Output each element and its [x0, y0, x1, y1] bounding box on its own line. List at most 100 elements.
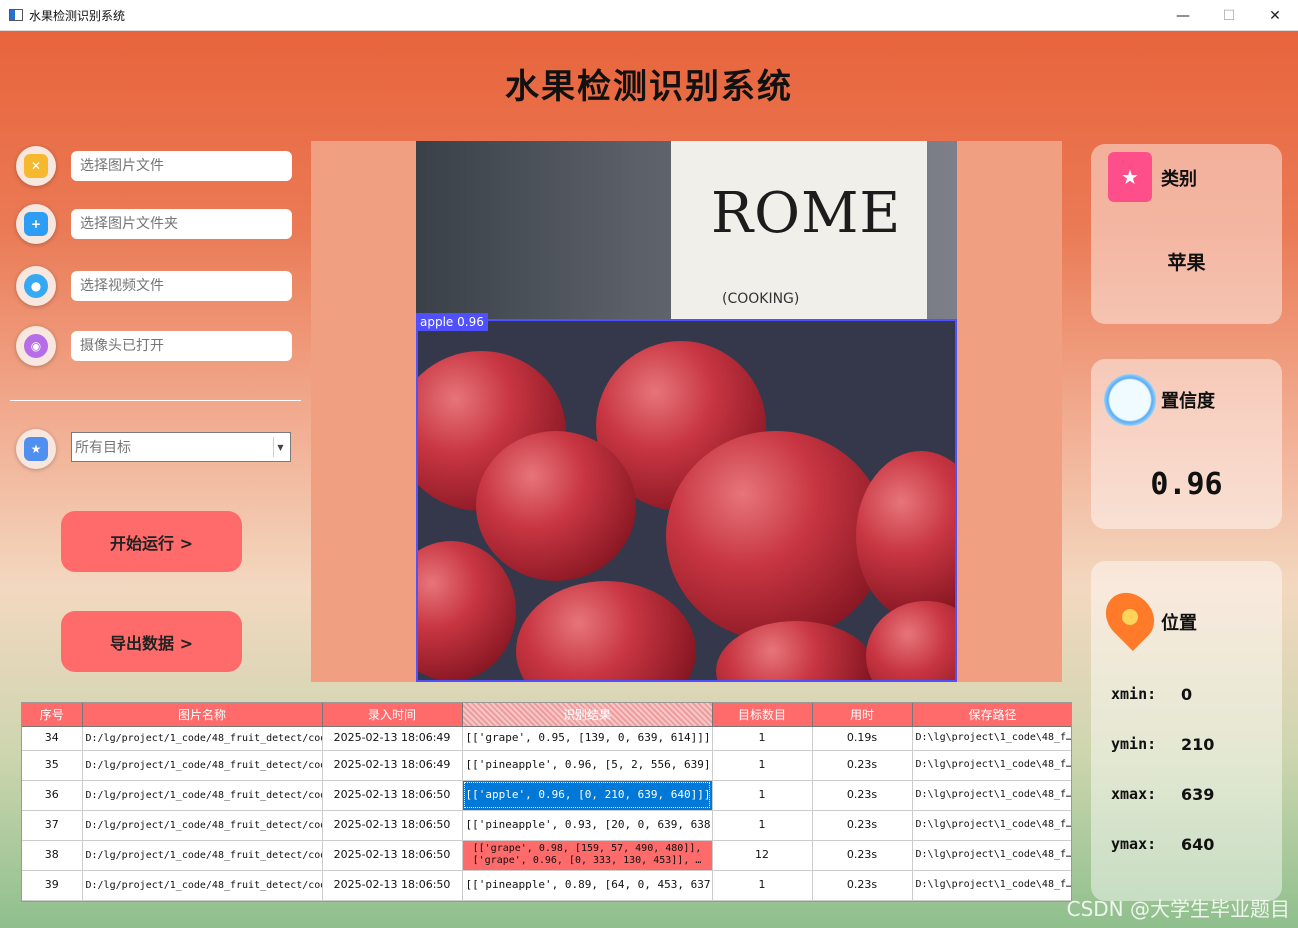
cell-index[interactable]: 39 [22, 870, 83, 901]
cell-index[interactable]: 38 [22, 840, 83, 871]
camera-input[interactable] [71, 331, 292, 361]
video-file-row: ● [16, 266, 292, 306]
cell-image-name[interactable]: D:/lg/project/1_code/48_fruit_detect/cod… [82, 840, 323, 871]
cell-time[interactable]: 2025-02-13 18:06:50 [322, 780, 463, 811]
image-folder-input[interactable] [71, 209, 292, 239]
cell-time[interactable]: 2025-02-13 18:06:49 [322, 750, 463, 781]
ymax-value: 640 [1181, 835, 1215, 854]
ymin-label: ymin: [1111, 735, 1157, 753]
cell-count[interactable]: 12 [712, 840, 813, 871]
cell-save-path[interactable]: D:\lg\project\1_code\48_f… [912, 810, 1071, 841]
window-titlebar: 水果检测识别系统 — ☐ ✕ [0, 0, 1298, 31]
cell-result[interactable]: [['grape', 0.95, [139, 0, 639, 614]]] [462, 726, 713, 751]
cell-image-name[interactable]: D:/lg/project/1_code/48_fruit_detect/cod… [82, 726, 323, 751]
cell-save-path[interactable]: D:\lg\project\1_code\48_f… [912, 780, 1071, 811]
cell-index[interactable]: 37 [22, 810, 83, 841]
cell-result[interactable]: [['pineapple', 0.89, [64, 0, 453, 637]]] [462, 870, 713, 901]
video-file-icon[interactable]: ● [16, 266, 56, 306]
target-select-row: ★ [16, 429, 56, 469]
cell-time[interactable]: 2025-02-13 18:06:49 [322, 726, 463, 751]
category-title: 类别 [1161, 169, 1197, 190]
cell-image-name[interactable]: D:/lg/project/1_code/48_fruit_detect/cod… [82, 750, 323, 781]
cell-save-path[interactable]: D:\lg\project\1_code\48_f… [912, 750, 1071, 781]
camera-icon[interactable]: ◉ [16, 326, 56, 366]
table-row[interactable]: 39 D:/lg/project/1_code/48_fruit_detect/… [22, 870, 1071, 901]
cell-index[interactable]: 36 [22, 780, 83, 811]
table-row[interactable]: 34 D:/lg/project/1_code/48_fruit_detect/… [22, 726, 1071, 751]
cell-image-name[interactable]: D:/lg/project/1_code/48_fruit_detect/cod… [82, 780, 323, 811]
xmin-value: 0 [1181, 685, 1193, 704]
camera-row: ◉ [16, 326, 292, 366]
cell-time[interactable]: 2025-02-13 18:06:50 [322, 870, 463, 901]
target-select[interactable]: 所有目标 ▼ [71, 432, 291, 462]
cell-result[interactable]: [['pineapple', 0.93, [20, 0, 639, 638]]] [462, 810, 713, 841]
ymin-row: ymin: 210 [1111, 735, 1214, 754]
cell-result-highlighted[interactable]: [['grape', 0.98, [159, 57, 490, 480]], [… [462, 840, 713, 871]
start-button[interactable]: 开始运行 > [61, 511, 242, 572]
image-folder-icon[interactable]: + [16, 204, 56, 244]
watermark: CSDN @大学生毕业题目 [1066, 897, 1290, 921]
category-value: 苹果 [1167, 252, 1206, 274]
confidence-ring-icon [1104, 374, 1156, 426]
chevron-down-icon[interactable]: ▼ [273, 437, 287, 457]
app-icon [9, 9, 23, 21]
sign-text: ROME [711, 181, 902, 246]
app-title: 水果检测识别系统 [505, 67, 793, 107]
header-image-name[interactable]: 图片名称 [82, 703, 323, 727]
image-file-icon[interactable]: ✕ [16, 146, 56, 186]
cell-time[interactable]: 2025-02-13 18:06:50 [322, 840, 463, 871]
cell-elapsed[interactable]: 0.19s [812, 726, 913, 751]
minimize-button[interactable]: — [1160, 0, 1206, 31]
results-table[interactable]: 序号 图片名称 录入时间 识别结果 目标数目 用时 保存路径 34 D:/lg/… [21, 702, 1072, 902]
video-file-input[interactable] [71, 271, 292, 301]
confidence-title: 置信度 [1161, 391, 1215, 412]
cell-elapsed[interactable]: 0.23s [812, 810, 913, 841]
cell-count[interactable]: 1 [712, 810, 813, 841]
cell-count[interactable]: 1 [712, 750, 813, 781]
ymax-row: ymax: 640 [1111, 835, 1214, 854]
position-card: 位置 xmin: 0 ymin: 210 xmax: 639 ymax: 640 [1091, 561, 1282, 901]
header-time[interactable]: 录入时间 [322, 703, 463, 727]
table-row[interactable]: 35 D:/lg/project/1_code/48_fruit_detect/… [22, 750, 1071, 781]
close-button[interactable]: ✕ [1252, 0, 1298, 31]
xmin-row: xmin: 0 [1111, 685, 1192, 704]
cell-result[interactable]: [['pineapple', 0.96, [5, 2, 556, 639]]] [462, 750, 713, 781]
location-pin-icon [1096, 583, 1164, 651]
cell-time[interactable]: 2025-02-13 18:06:50 [322, 810, 463, 841]
cell-save-path[interactable]: D:\lg\project\1_code\48_f… [912, 726, 1071, 751]
cell-save-path[interactable]: D:\lg\project\1_code\48_f… [912, 870, 1071, 901]
table-row-selected[interactable]: 36 D:/lg/project/1_code/48_fruit_detect/… [22, 780, 1071, 811]
cell-count[interactable]: 1 [712, 870, 813, 901]
cell-elapsed[interactable]: 0.23s [812, 840, 913, 871]
header-result[interactable]: 识别结果 [462, 703, 713, 727]
cell-elapsed[interactable]: 0.23s [812, 750, 913, 781]
confidence-value: 0.96 [1150, 467, 1223, 502]
xmin-label: xmin: [1111, 685, 1157, 703]
cell-image-name[interactable]: D:/lg/project/1_code/48_fruit_detect/cod… [82, 870, 323, 901]
image-file-input[interactable] [71, 151, 292, 181]
cell-elapsed[interactable]: 0.23s [812, 780, 913, 811]
maximize-button[interactable]: ☐ [1206, 0, 1252, 31]
cell-index[interactable]: 35 [22, 750, 83, 781]
cell-result-selected[interactable]: [['apple', 0.96, [0, 210, 639, 640]]] [462, 780, 713, 811]
export-button[interactable]: 导出数据 > [61, 611, 242, 672]
cell-elapsed[interactable]: 0.23s [812, 870, 913, 901]
header-elapsed[interactable]: 用时 [812, 703, 913, 727]
confidence-card: 置信度 0.96 [1091, 359, 1282, 529]
header-save-path[interactable]: 保存路径 [912, 703, 1071, 727]
category-card: ★ 类别 苹果 [1091, 144, 1282, 324]
cell-count[interactable]: 1 [712, 780, 813, 811]
cell-count[interactable]: 1 [712, 726, 813, 751]
table-row[interactable]: 37 D:/lg/project/1_code/48_fruit_detect/… [22, 810, 1071, 841]
image-file-row: ✕ [16, 146, 292, 186]
image-folder-row: + [16, 204, 292, 244]
cell-image-name[interactable]: D:/lg/project/1_code/48_fruit_detect/cod… [82, 810, 323, 841]
cell-index[interactable]: 34 [22, 726, 83, 751]
header-count[interactable]: 目标数目 [712, 703, 813, 727]
xmax-row: xmax: 639 [1111, 785, 1214, 804]
window-title: 水果检测识别系统 [29, 8, 126, 23]
table-row[interactable]: 38 D:/lg/project/1_code/48_fruit_detect/… [22, 840, 1071, 871]
cell-save-path[interactable]: D:\lg\project\1_code\48_f… [912, 840, 1071, 871]
header-index[interactable]: 序号 [22, 703, 83, 727]
left-divider [10, 400, 301, 401]
